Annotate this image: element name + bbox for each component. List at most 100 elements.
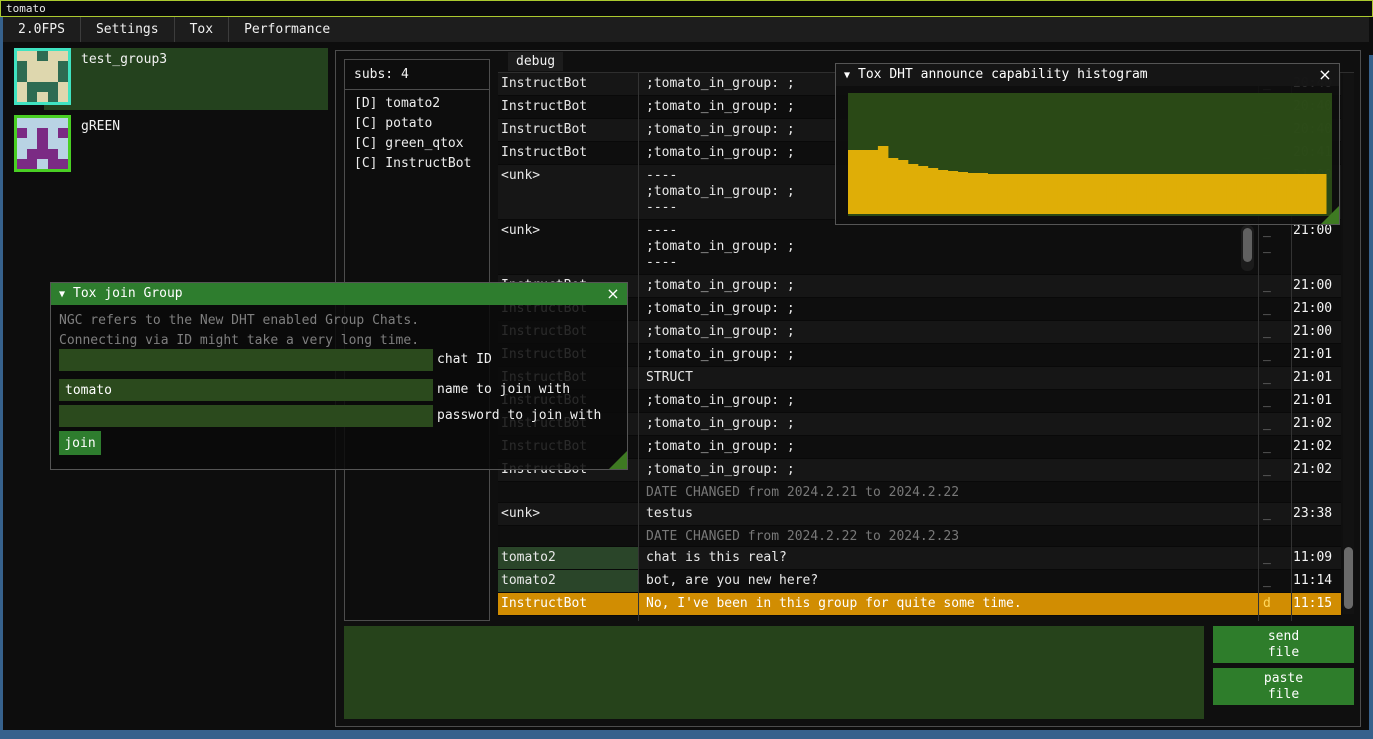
join-password-label: password to join with <box>437 408 601 423</box>
dht-histogram-window-title: Tox DHT announce capability histogram <box>858 67 1148 82</box>
message-name: <unk> <box>498 220 638 274</box>
message-input[interactable] <box>344 626 1204 719</box>
dht-capability-histogram-plot <box>848 93 1332 216</box>
menu-item-settings[interactable]: Settings <box>81 17 174 42</box>
message-text: chat is this real? <box>638 547 1258 569</box>
message-flags: _ _ <box>1258 367 1291 389</box>
message-text: ;tomato_in_group: ; <box>638 413 1258 435</box>
menu-bar: 2.0FPSSettingsToxPerformance <box>3 17 1369 42</box>
message-time: 11:09 <box>1291 547 1341 569</box>
message-text: ;tomato_in_group: ; <box>638 298 1258 320</box>
join-button[interactable]: join <box>59 431 101 455</box>
message-time: 21:01 <box>1291 390 1341 412</box>
message-flags: _ _ <box>1258 321 1291 343</box>
paste-file-button[interactable]: paste file <box>1213 668 1354 705</box>
tab-debug[interactable]: debug <box>508 52 563 71</box>
message-flags: _ _ <box>1258 459 1291 481</box>
group-avatar <box>14 115 71 172</box>
message-name: tomato2 <box>498 547 638 569</box>
date-separator-row[interactable]: DATE CHANGED from 2024.2.22 to 2024.2.23 <box>498 526 1341 547</box>
join-name-label: name to join with <box>437 382 570 397</box>
message-row[interactable]: tomato2bot, are you new here?_ _11:14 <box>498 570 1341 593</box>
message-time: 23:38 <box>1291 503 1341 525</box>
message-text: STRUCT <box>638 367 1258 389</box>
send-file-button[interactable]: send file <box>1213 626 1354 663</box>
message-flags: _ _ <box>1258 436 1291 458</box>
join-password-field[interactable] <box>59 405 433 427</box>
close-icon[interactable]: × <box>603 283 623 305</box>
join-group-window-title: Tox join Group <box>73 286 183 301</box>
message-cell-scrollbar[interactable] <box>1241 225 1254 271</box>
message-time: 21:00 <box>1291 298 1341 320</box>
message-name: <unk> <box>498 165 638 219</box>
message-row[interactable]: tomato2chat is this real?_ _11:09 <box>498 547 1341 570</box>
sidebar-item-gREEN[interactable]: gREEN <box>44 115 328 177</box>
window-title-bar[interactable]: tomato <box>0 0 1373 17</box>
member-item[interactable]: [C] green_qtox <box>345 134 489 154</box>
message-time: 21:01 <box>1291 367 1341 389</box>
histogram-chart <box>848 93 1332 216</box>
window-border-right <box>1369 55 1373 739</box>
message-name: InstructBot <box>498 73 638 95</box>
message-time: 21:00 <box>1291 220 1341 274</box>
window-title: tomato <box>6 2 46 15</box>
message-text: ;tomato_in_group: ; <box>638 275 1258 297</box>
menu-item-performance[interactable]: Performance <box>229 17 345 42</box>
chat-scrollbar-thumb[interactable] <box>1344 547 1353 609</box>
resize-grip-icon[interactable] <box>1321 206 1339 224</box>
collapse-icon[interactable]: ▼ <box>59 289 65 300</box>
join-group-window[interactable]: ▼ Tox join Group × NGC refers to the New … <box>50 282 628 470</box>
message-text: DATE CHANGED from 2024.2.22 to 2024.2.23 <box>638 526 1258 546</box>
message-time: 21:00 <box>1291 321 1341 343</box>
message-row[interactable]: <unk>testus_ _23:38 <box>498 503 1341 526</box>
dht-histogram-window[interactable]: ▼ Tox DHT announce capability histogram × <box>835 63 1340 225</box>
message-cell-scrollbar-thumb[interactable] <box>1243 228 1252 262</box>
collapse-icon[interactable]: ▼ <box>844 70 850 81</box>
chat-scrollbar[interactable] <box>1343 73 1354 614</box>
message-flags: _ _ <box>1258 220 1291 274</box>
message-flags <box>1258 482 1291 502</box>
message-row[interactable]: <unk>---- ;tomato_in_group: ; ----_ _21:… <box>498 220 1341 275</box>
message-time: 21:02 <box>1291 413 1341 435</box>
ngc-hint-line1: NGC refers to the New DHT enabled Group … <box>59 313 419 328</box>
member-item[interactable]: [C] potato <box>345 114 489 134</box>
message-time: 21:02 <box>1291 459 1341 481</box>
message-flags: _ _ <box>1258 275 1291 297</box>
message-flags: _ _ <box>1258 298 1291 320</box>
date-separator-row[interactable]: DATE CHANGED from 2024.2.21 to 2024.2.22 <box>498 482 1341 503</box>
chat-id-field[interactable] <box>59 349 433 371</box>
member-item[interactable]: [D] tomato2 <box>345 94 489 114</box>
chat-id-label: chat ID <box>437 352 492 367</box>
group-name: gREEN <box>81 119 120 134</box>
message-name: InstructBot <box>498 142 638 164</box>
join-name-field[interactable] <box>59 379 433 401</box>
message-name: InstructBot <box>498 119 638 141</box>
message-time: 21:01 <box>1291 344 1341 366</box>
join-group-window-titlebar[interactable]: ▼ Tox join Group × <box>51 283 627 305</box>
menu-item-2-0fps[interactable]: 2.0FPS <box>3 17 80 42</box>
message-time <box>1291 526 1341 546</box>
message-text: No, I've been in this group for quite so… <box>638 593 1258 615</box>
message-time: 21:00 <box>1291 275 1341 297</box>
message-text: ;tomato_in_group: ; <box>638 459 1258 481</box>
close-icon[interactable]: × <box>1315 64 1335 86</box>
sidebar-item-test_group3[interactable]: test_group3 <box>44 48 328 110</box>
message-flags: _ _ <box>1258 344 1291 366</box>
group-name: test_group3 <box>81 52 167 67</box>
ngc-hint-line2: Connecting via ID might take a very long… <box>59 333 419 348</box>
message-time: 11:15 <box>1291 593 1341 615</box>
message-text: ---- ;tomato_in_group: ; ---- <box>638 220 1258 274</box>
message-flags: _ _ <box>1258 570 1291 592</box>
message-flags: _ _ <box>1258 503 1291 525</box>
message-name: tomato2 <box>498 570 638 592</box>
message-text: ;tomato_in_group: ; <box>638 321 1258 343</box>
menu-item-tox[interactable]: Tox <box>175 17 228 42</box>
member-item[interactable]: [C] InstructBot <box>345 154 489 174</box>
message-name <box>498 526 638 546</box>
message-text: testus <box>638 503 1258 525</box>
dht-histogram-window-titlebar[interactable]: ▼ Tox DHT announce capability histogram × <box>836 64 1339 86</box>
message-flags: d _ <box>1258 593 1291 615</box>
resize-grip-icon[interactable] <box>609 451 627 469</box>
group-avatar <box>14 48 71 105</box>
message-row[interactable]: InstructBotNo, I've been in this group f… <box>498 593 1341 616</box>
